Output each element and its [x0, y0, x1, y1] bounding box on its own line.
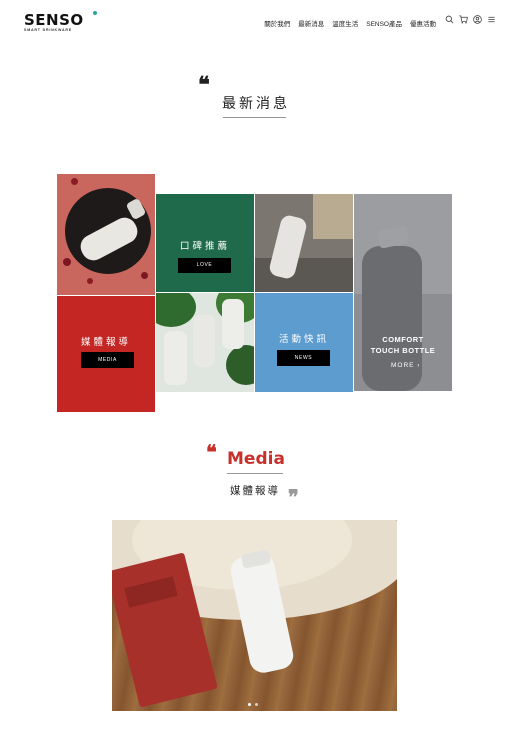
photo-tile-leaves[interactable] [156, 293, 254, 392]
media-tile[interactable]: 媒體報導 MEDIA [57, 296, 155, 412]
media-open-quote: ❝ [206, 440, 217, 464]
love-tile[interactable]: 口碑推薦 LOVE [156, 194, 254, 292]
comfort-line2: TOUCH BOTTLE [370, 346, 436, 355]
news-button[interactable]: NEWS [277, 350, 330, 366]
nav-item-life[interactable]: 溫度生活 [332, 18, 358, 28]
main-nav: 關於我們 最新消息 溫度生活 SENSO產品 優惠活動 [264, 18, 436, 28]
media-section-title: Media [227, 449, 285, 469]
nav-item-offers[interactable]: 優惠活動 [410, 18, 436, 28]
media-tile-title: 媒體報導 [80, 337, 131, 348]
nav-item-news[interactable]: 最新消息 [298, 18, 324, 28]
carousel-dot-1[interactable] [248, 703, 251, 706]
menu-icon[interactable] [487, 15, 496, 24]
carousel-dots [248, 703, 258, 706]
search-icon[interactable] [445, 15, 454, 24]
carousel-dot-2[interactable] [255, 703, 258, 706]
nav-item-about[interactable]: 關於我們 [264, 18, 290, 28]
photo-tile-roses[interactable] [57, 174, 155, 295]
logo-accent-dot [93, 11, 97, 15]
user-icon[interactable] [473, 15, 482, 24]
news-tile[interactable]: 活動快訊 NEWS [255, 293, 353, 392]
media-section-subtitle: 媒體報導 [230, 485, 280, 497]
brand-logo[interactable]: SENSO SMART DRINKWARE [24, 11, 97, 32]
media-title-underline [227, 473, 283, 474]
open-quote-mark: ❝ [198, 72, 210, 98]
comfort-bottle-tile[interactable]: COMFORT TOUCH BOTTLE MORE › [354, 194, 452, 391]
nav-item-products[interactable]: SENSO產品 [366, 18, 402, 28]
media-close-quote: ❞ [288, 485, 299, 509]
news-section-title: 最新消息 [222, 96, 290, 112]
photo-tile-cloth[interactable] [255, 194, 353, 292]
news-tile-title: 活動快訊 [278, 334, 329, 345]
site-header: SENSO SMART DRINKWARE 關於我們 最新消息 溫度生活 SEN… [0, 0, 508, 42]
media-button[interactable]: MEDIA [81, 352, 134, 368]
title-underline [223, 117, 286, 118]
love-tile-title: 口碑推薦 [179, 241, 230, 252]
media-carousel-image[interactable] [112, 520, 397, 711]
brand-name: SENSO [24, 11, 84, 29]
cart-icon[interactable] [459, 15, 468, 24]
love-button[interactable]: LOVE [178, 258, 231, 273]
nav-icons [445, 15, 496, 24]
more-link[interactable]: MORE › [391, 362, 420, 369]
comfort-line1: COMFORT [382, 335, 424, 344]
